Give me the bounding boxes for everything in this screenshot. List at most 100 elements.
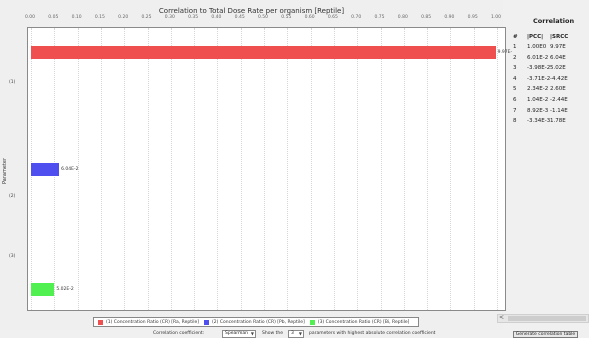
table-cell: -3.34E-3 <box>527 118 551 125</box>
chevron-down-icon: ▼ <box>298 331 302 336</box>
gridline <box>217 28 219 310</box>
x-tick-label: 0.60 <box>304 15 315 20</box>
show-count-select[interactable]: 3 ▼ <box>288 330 304 338</box>
chart-title: Correlation to Total Dose Rate per organ… <box>158 7 345 15</box>
y-axis-label: Parameter <box>2 158 8 185</box>
x-tick-label: 0.25 <box>141 15 152 20</box>
plot-area: 9.97E-1 6.04E-2 5.02E-2 <box>27 27 515 311</box>
x-tick-label: 0.30 <box>164 15 175 20</box>
scroll-left-arrow-icon[interactable]: < <box>499 314 504 321</box>
gridline <box>473 28 475 310</box>
bar <box>31 283 55 296</box>
x-tick-label: 0.90 <box>444 15 455 20</box>
table-cell: 1.78E <box>550 118 566 125</box>
legend-label: (3) Concentration Ratio (CR) [Bi, Reptil… <box>317 319 410 325</box>
table-cell: 1 <box>513 44 517 50</box>
table-cell: 6.01E-2 <box>527 54 549 61</box>
gridline <box>147 28 149 310</box>
x-tick-label: 0.40 <box>211 15 222 20</box>
bar <box>31 46 496 59</box>
bar-value-label: 6.04E-2 <box>61 167 79 172</box>
show-label: Show the <box>262 331 283 336</box>
table-cell: 5 <box>513 86 517 93</box>
legend-swatch <box>204 319 210 325</box>
legend-entry: (1) Concentration Ratio (CR) [Ra, Reptil… <box>98 319 200 325</box>
x-tick-label: 0.80 <box>397 15 408 20</box>
gridline <box>357 28 359 310</box>
table-cell: 7 <box>513 107 517 114</box>
x-tick-label: 1.00 <box>490 15 502 20</box>
x-tick-label: 0.35 <box>188 15 199 20</box>
table-cell: 3 <box>513 65 517 72</box>
legend-swatch <box>98 319 103 325</box>
y-tick-label: (3) <box>9 254 16 259</box>
x-tick-label: 0.05 <box>48 15 59 20</box>
generate-correlation-table-button[interactable]: Generate correlation table <box>513 331 578 338</box>
table-cell: 1.00E0 <box>527 44 547 50</box>
x-tick-label: 0.95 <box>467 15 478 20</box>
correlation-table-panel: Correlation # |PCC| |SRCC 1 1.00E0 9.97E 2 6.01… <box>512 0 589 306</box>
table-cell: -3.71E-2 <box>527 75 551 82</box>
x-tick-label: 0.65 <box>327 15 338 20</box>
table-title: Correlation <box>533 17 575 25</box>
gridline <box>427 28 429 310</box>
coefficient-select[interactable]: Spearman ▼ <box>222 330 256 338</box>
table-cell: -1.14E <box>550 107 568 114</box>
coefficient-select-value: Spearman <box>225 331 249 336</box>
bottom-controls: Correlation coefficient: Spearman ▼ Show… <box>0 330 589 338</box>
x-tick-label: 0.85 <box>421 15 432 20</box>
x-tick-label: 0.10 <box>71 15 82 20</box>
gridline <box>380 28 382 310</box>
gridline <box>450 28 452 310</box>
table-cell: 4 <box>513 75 517 82</box>
table-cell: -4.42E <box>550 75 568 82</box>
table-cell: 8.92E-3 <box>527 107 549 114</box>
legend-swatch <box>309 319 315 325</box>
x-tick-label: 0.50 <box>257 15 269 20</box>
gridline <box>240 28 242 310</box>
x-tick-label: 0.55 <box>281 15 292 20</box>
chevron-down-icon: ▼ <box>250 331 254 336</box>
table-cell: 2.60E <box>550 86 566 93</box>
gridline <box>310 28 312 310</box>
table-cell: -2.44E <box>550 97 568 103</box>
x-tick-label: 0.00 <box>24 15 36 20</box>
table-cell: 8 <box>513 118 517 125</box>
table-cell: 2.34E-2 <box>527 86 549 93</box>
y-tick-label: (2) <box>9 194 16 199</box>
table-header-cell: |SRCC <box>550 34 569 40</box>
table-cell: -3.98E-2 <box>527 65 551 72</box>
legend-label: (2) Concentration Ratio (CR) [Pb, Reptil… <box>212 319 305 325</box>
parameters-suffix-label: parameters with highest absolute correla… <box>309 331 436 336</box>
legend-entry: (3) Concentration Ratio (CR) [Bi, Reptil… <box>309 319 410 325</box>
table-cell: 5.02E <box>550 65 566 72</box>
table-cell: 1.04E-2 <box>527 97 549 103</box>
chart-panel: Correlation to Total Dose Rate per organ… <box>0 0 515 330</box>
bar <box>31 163 60 176</box>
gridline <box>497 28 498 310</box>
gridline <box>100 28 102 310</box>
coefficient-label: Correlation coefficient: <box>153 331 205 336</box>
table-cell: 2 <box>513 54 517 61</box>
table-header-cell: # <box>513 34 518 40</box>
x-tick-label: 0.20 <box>118 15 129 20</box>
gridline <box>287 28 289 310</box>
gridline <box>264 28 265 310</box>
gridline <box>403 28 405 310</box>
table-header-cell: |PCC| <box>527 34 544 40</box>
gridline <box>124 28 126 310</box>
legend-entry: (2) Concentration Ratio (CR) [Pb, Reptil… <box>204 319 305 325</box>
scroll-thumb[interactable] <box>508 316 586 321</box>
show-count-value: 3 <box>291 331 294 336</box>
x-tick-label: 0.45 <box>234 15 245 20</box>
table-cell: 6 <box>513 97 517 103</box>
chart-legend: (1) Concentration Ratio (CR) [Ra, Reptil… <box>93 317 420 327</box>
gridline <box>170 28 172 310</box>
y-tick-label: (1) <box>9 80 16 85</box>
table-cell: 9.97E <box>550 44 566 50</box>
gridline <box>194 28 196 310</box>
table-cell: 6.04E <box>550 54 566 61</box>
legend-label: (1) Concentration Ratio (CR) [Ra, Reptil… <box>106 319 200 325</box>
horizontal-scrollbar[interactable]: < <box>497 314 589 323</box>
bar-value-label: 5.02E-2 <box>56 287 74 292</box>
